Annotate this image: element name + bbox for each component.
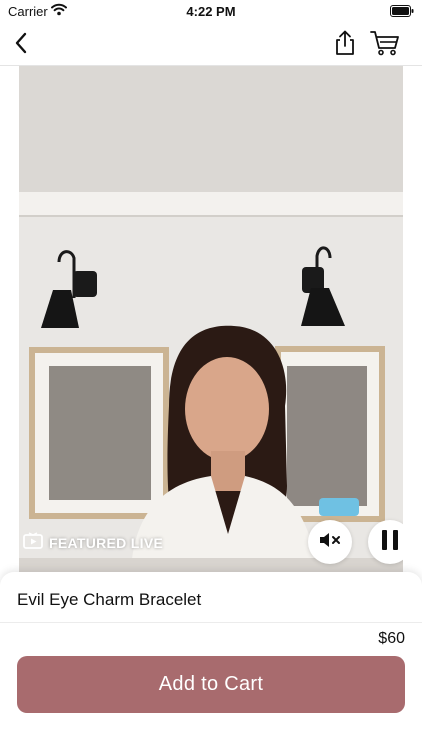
battery-icon (390, 5, 414, 20)
share-icon (333, 30, 357, 61)
pause-icon (381, 529, 399, 556)
status-bar: Carrier 4:22 PM (0, 0, 422, 24)
cart-button[interactable] (368, 28, 402, 62)
chevron-left-icon (14, 32, 28, 59)
product-price: $60 (378, 630, 405, 647)
back-button[interactable] (4, 28, 38, 62)
divider (0, 622, 422, 623)
share-button[interactable] (328, 28, 362, 62)
featured-live-badge: FEATURED LIVE (23, 531, 164, 555)
product-title: Evil Eye Charm Bracelet (17, 590, 202, 609)
tv-play-icon (23, 531, 43, 555)
product-sheet: Evil Eye Charm Bracelet $60 Add to Cart (0, 572, 422, 750)
featured-live-label: FEATURED LIVE (49, 535, 164, 551)
video-frame (19, 66, 403, 578)
cart-icon (370, 30, 400, 61)
nav-bar (0, 24, 422, 66)
add-to-cart-button[interactable]: Add to Cart (17, 656, 405, 713)
live-video[interactable]: FEATURED LIVE (19, 66, 403, 578)
speaker-muted-icon (319, 532, 341, 553)
mute-button[interactable] (308, 520, 352, 564)
status-time: 4:22 PM (186, 4, 236, 19)
